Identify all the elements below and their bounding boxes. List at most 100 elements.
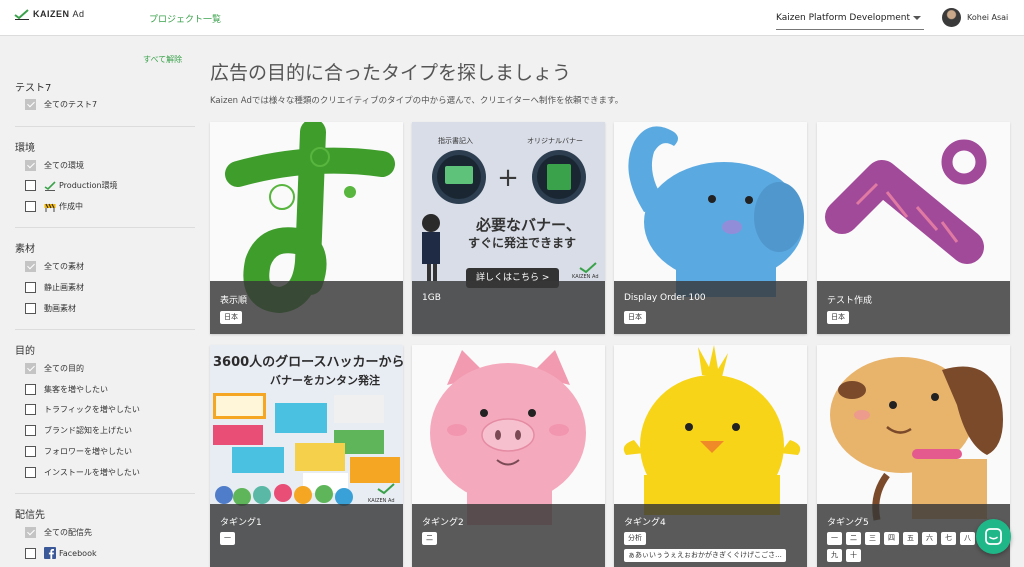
filter-option-label: 全ての配信先	[44, 528, 92, 537]
checkbox[interactable]	[25, 201, 36, 212]
card-tags: 分析 ぁあぃいぅうぇえぉおかがきぎくぐけげこごさ...	[624, 532, 799, 562]
card-tags: 日本	[220, 311, 395, 324]
chevron-down-icon	[913, 16, 921, 20]
filter-group-title: 環境	[15, 143, 35, 154]
filter-option-label: ブランド認知を上げたい	[44, 426, 132, 435]
card-title: タギング2	[422, 518, 464, 528]
filter-option-label: 全ての環境	[44, 161, 84, 170]
promo-brand: KAIZEN Ad	[572, 274, 599, 280]
banner-collage	[213, 393, 400, 506]
filter-option-still-image[interactable]: 静止画素材	[25, 282, 84, 293]
filter-sidebar: すべて解除 テスト7 全てのテスト7 環境 全ての環境 Production環境…	[0, 37, 196, 567]
checkbox[interactable]	[25, 446, 36, 457]
checkbox[interactable]	[25, 384, 36, 395]
creative-type-card[interactable]: Display Order 100 日本	[614, 122, 807, 334]
page-description: Kaizen Adでは様々な種類のクリエイティブのタイプの中から選んで、クリエイ…	[210, 96, 624, 106]
checkbox[interactable]	[25, 404, 36, 415]
filter-option-all-destination[interactable]: 全ての配信先	[25, 527, 92, 538]
filter-option-installs[interactable]: インストールを増やしたい	[25, 467, 140, 478]
card-tags: 日本	[827, 311, 1002, 324]
tag: 一	[220, 532, 235, 545]
checkbox[interactable]	[25, 282, 36, 293]
checkbox[interactable]	[25, 527, 36, 538]
construction-barrier-icon	[44, 203, 56, 212]
checkbox[interactable]	[25, 180, 36, 191]
project-select[interactable]: Kaizen Platform Development	[776, 6, 924, 30]
divider	[15, 227, 195, 228]
tag: 五	[903, 532, 918, 545]
tag: 日本	[220, 311, 242, 324]
card-title: タギング5	[827, 518, 869, 528]
creative-type-card[interactable]: 指示書記入 オリジナルバナー + 必要なバナー、 すぐに発注できます 詳しくはこ…	[412, 122, 605, 334]
filter-option-label: 作成中	[59, 202, 83, 211]
card-overlay	[817, 281, 1010, 334]
checkbox[interactable]	[25, 99, 36, 110]
card-title: 1GB	[422, 293, 441, 303]
avatar	[942, 8, 961, 27]
creative-type-card[interactable]: テスト作成 日本	[817, 122, 1010, 334]
filter-option-label: 全ての素材	[44, 262, 84, 271]
filter-option-all-material[interactable]: 全ての素材	[25, 261, 84, 272]
checkbox[interactable]	[25, 467, 36, 478]
creative-type-card[interactable]: タギング2 二	[412, 345, 605, 567]
card-overlay	[210, 281, 403, 334]
filter-option-all-purpose[interactable]: 全ての目的	[25, 363, 84, 374]
filter-option-all-test7[interactable]: 全てのテスト7	[25, 99, 97, 110]
checkbox[interactable]	[25, 363, 36, 374]
filter-option-brand[interactable]: ブランド認知を上げたい	[25, 425, 132, 436]
promo-headline: すぐに発注できます	[468, 236, 577, 250]
kaizen-check-icon	[14, 9, 29, 20]
filter-option-video[interactable]: 動画素材	[25, 303, 76, 314]
checkbox[interactable]	[25, 261, 36, 272]
filter-option-label: 全てのテスト7	[44, 100, 98, 109]
chat-button[interactable]	[976, 519, 1011, 554]
tag: 六	[922, 532, 937, 545]
clear-all-button[interactable]: すべて解除	[143, 54, 182, 65]
divider	[15, 126, 195, 127]
creative-type-card[interactable]: 表示順 日本	[210, 122, 403, 334]
tag: 日本	[827, 311, 849, 324]
creative-type-card[interactable]: タギング4 分析 ぁあぃいぅうぇえぉおかがきぎくぐけげこごさ...	[614, 345, 807, 567]
creative-type-card[interactable]: 3600人のグロースハッカーから バナーをカンタン発注 KAIZEN Ad タギ…	[210, 345, 403, 567]
tag: 二	[846, 532, 861, 545]
tag: 日本	[624, 311, 646, 324]
logo-text: KAIZEN Ad	[33, 9, 85, 19]
filter-option-label: インストールを増やしたい	[44, 468, 140, 477]
filter-group-title: 配信先	[15, 510, 45, 521]
filter-option-customers[interactable]: 集客を増やしたい	[25, 384, 108, 395]
card-title: 表示順	[220, 296, 248, 306]
filter-option-label: Facebook	[59, 548, 97, 558]
filter-option-facebook[interactable]: Facebook	[25, 547, 97, 559]
kaizen-check-icon	[44, 180, 56, 191]
tag: 三	[865, 532, 880, 545]
checkbox[interactable]	[25, 547, 36, 559]
filter-option-label: 全ての目的	[44, 364, 84, 373]
filter-option-label: Production環境	[59, 181, 118, 190]
tag: ぁあぃいぅうぇえぉおかがきぎくぐけげこごさ...	[624, 549, 786, 562]
tag: 十	[846, 549, 861, 562]
filter-option-label: 動画素材	[44, 304, 76, 313]
card-tags: 一	[220, 532, 395, 545]
filter-option-followers[interactable]: フォロワーを増やしたい	[25, 446, 132, 457]
filter-option-label: トラフィックを増やしたい	[44, 405, 140, 414]
filter-option-traffic[interactable]: トラフィックを増やしたい	[25, 404, 140, 415]
filter-group-title: テスト7	[15, 83, 52, 94]
facebook-icon	[44, 547, 56, 559]
promo-illustration: +	[422, 150, 597, 281]
divider	[15, 329, 195, 330]
card-tags: 日本	[624, 311, 799, 324]
checkbox[interactable]	[25, 303, 36, 314]
card-tags: 二	[422, 532, 597, 545]
promo-headline: 必要なバナー、	[476, 216, 581, 234]
filter-option-production[interactable]: Production環境	[25, 180, 118, 191]
checkbox[interactable]	[25, 425, 36, 436]
filter-option-all-env[interactable]: 全ての環境	[25, 160, 84, 171]
checkbox[interactable]	[25, 160, 36, 171]
filter-option-draft[interactable]: 作成中	[25, 201, 83, 212]
user-menu[interactable]: Kohei Asai	[942, 8, 1008, 27]
kaizen-ad-logo[interactable]: KAIZEN Ad	[14, 8, 85, 20]
card-title: タギング1	[220, 518, 262, 528]
tag: 四	[884, 532, 899, 545]
card-title: Display Order 100	[624, 293, 706, 303]
project-list-link[interactable]: プロジェクト一覧	[149, 12, 221, 25]
